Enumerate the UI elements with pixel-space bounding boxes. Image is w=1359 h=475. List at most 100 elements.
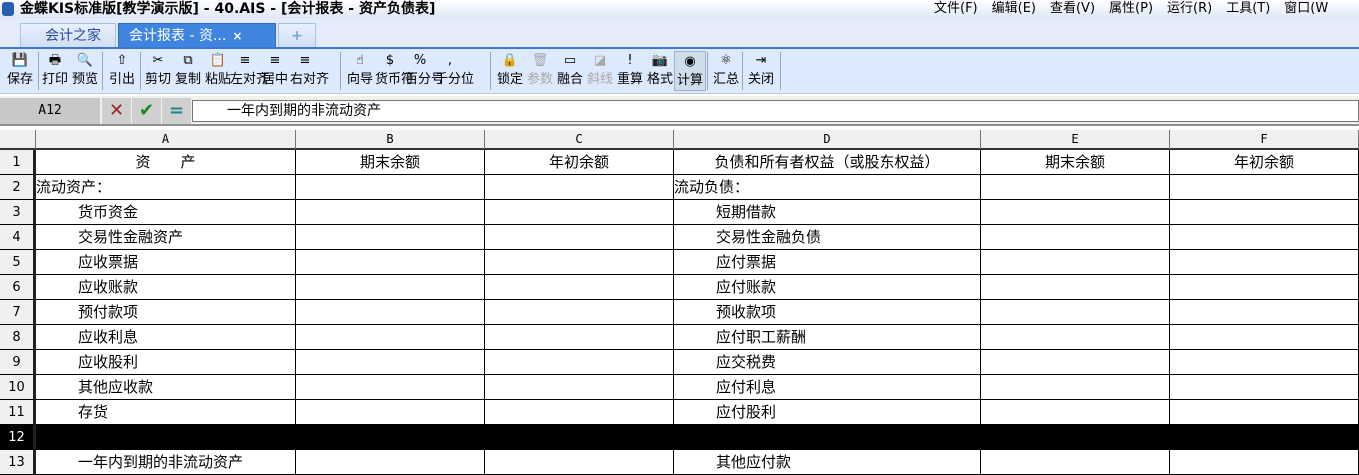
cancel-icon[interactable]: ✕ <box>102 98 131 124</box>
cell-D6[interactable]: 应付账款 <box>674 275 981 300</box>
cell-B10[interactable] <box>296 375 485 400</box>
cell-C13[interactable] <box>485 450 674 475</box>
cell-A3[interactable]: 货币资金 <box>36 200 296 225</box>
row-header[interactable]: 12 <box>0 425 36 450</box>
cell-E11[interactable] <box>981 400 1170 425</box>
row-header[interactable]: 10 <box>0 375 36 400</box>
cell-A4[interactable]: 交易性金融资产 <box>36 225 296 250</box>
cell-D1[interactable]: 负债和所有者权益（或股东权益） <box>674 150 981 175</box>
toolbar-button-copy[interactable]: ⧉ 复制 <box>173 51 203 91</box>
cell-A2[interactable]: 流动资产： <box>36 175 296 200</box>
cell-E10[interactable] <box>981 375 1170 400</box>
row-header[interactable]: 5 <box>0 250 36 275</box>
toolbar-button-currency[interactable]: $ 货币符 <box>375 51 414 91</box>
cell-E9[interactable] <box>981 350 1170 375</box>
cell-C2[interactable] <box>485 175 674 200</box>
cell-A13[interactable]: 一年内到期的非流动资产 <box>36 450 296 475</box>
toolbar-button-diagonal[interactable]: ◪ 斜线 <box>585 51 615 91</box>
cell-E8[interactable] <box>981 325 1170 350</box>
cell-D3[interactable]: 短期借款 <box>674 200 981 225</box>
cell-A8[interactable]: 应收利息 <box>36 325 296 350</box>
row-header[interactable]: 13 <box>0 450 36 475</box>
cell-E5[interactable] <box>981 250 1170 275</box>
cell-D7[interactable]: 预收款项 <box>674 300 981 325</box>
toolbar-button-cut[interactable]: ✂ 剪切 <box>143 51 173 91</box>
cell-E4[interactable] <box>981 225 1170 250</box>
cell-E1[interactable]: 期末余额 <box>981 150 1170 175</box>
cell-A5[interactable]: 应收票据 <box>36 250 296 275</box>
row-header[interactable]: 11 <box>0 400 36 425</box>
cell-F5[interactable] <box>1170 250 1359 275</box>
cell-C9[interactable] <box>485 350 674 375</box>
cell-B8[interactable] <box>296 325 485 350</box>
toolbar-button-align-left[interactable]: ≡ 左对齐 <box>230 51 269 91</box>
toolbar-button-recalc[interactable]: ! 重算 <box>615 51 645 91</box>
cell-B4[interactable] <box>296 225 485 250</box>
confirm-icon[interactable]: ✔ <box>132 98 161 124</box>
toolbar-button-preview[interactable]: 🔍 预览 <box>70 51 100 91</box>
cell-D4[interactable]: 交易性金融负债 <box>674 225 981 250</box>
formula-input[interactable]: 一年内到期的非流动资产 <box>192 100 1359 122</box>
cell-E2[interactable] <box>981 175 1170 200</box>
cell-C7[interactable] <box>485 300 674 325</box>
close-tab-icon[interactable]: × <box>232 29 242 43</box>
toolbar-button-calculate[interactable]: ◉ 计算 <box>674 51 706 91</box>
cell-F2[interactable] <box>1170 175 1359 200</box>
cell-B6[interactable] <box>296 275 485 300</box>
cell-F6[interactable] <box>1170 275 1359 300</box>
cell-D12[interactable] <box>674 425 981 450</box>
column-header-D[interactable]: D <box>674 130 981 150</box>
column-header-A[interactable]: A <box>36 130 296 150</box>
cell-F12[interactable] <box>1170 425 1359 450</box>
menu-item[interactable]: 工具(T) <box>1226 0 1270 18</box>
cell-A6[interactable]: 应收账款 <box>36 275 296 300</box>
toolbar-button-trash[interactable]: 🗑 参数 <box>525 51 555 91</box>
toolbar-button-align-center[interactable]: ≡ 居中 <box>260 51 290 91</box>
cell-C8[interactable] <box>485 325 674 350</box>
cell-C12[interactable] <box>485 425 674 450</box>
cell-reference-box[interactable]: A12 <box>0 98 100 124</box>
cell-B7[interactable] <box>296 300 485 325</box>
row-header[interactable]: 9 <box>0 350 36 375</box>
cell-F10[interactable] <box>1170 375 1359 400</box>
cell-D9[interactable]: 应交税费 <box>674 350 981 375</box>
toolbar-button-exit[interactable]: ⇥ 关闭 <box>745 51 777 91</box>
toolbar-button-thousands[interactable]: , 千分位 <box>435 51 474 91</box>
row-header[interactable]: 3 <box>0 200 36 225</box>
cell-D11[interactable]: 应付股利 <box>674 400 981 425</box>
cell-F13[interactable] <box>1170 450 1359 475</box>
cell-D8[interactable]: 应付职工薪酬 <box>674 325 981 350</box>
toolbar-button-lock[interactable]: 🔒 锁定 <box>495 51 525 91</box>
toolbar-button-wizard[interactable]: ☝ 向导 <box>345 51 375 91</box>
select-all-corner[interactable] <box>0 130 36 150</box>
cell-D13[interactable]: 其他应付款 <box>674 450 981 475</box>
row-header[interactable]: 4 <box>0 225 36 250</box>
toolbar-button-merge[interactable]: ▭ 融合 <box>555 51 585 91</box>
column-header-B[interactable]: B <box>296 130 485 150</box>
new-tab-button[interactable]: + <box>278 23 316 47</box>
toolbar-button-export[interactable]: ⇧ 引出 <box>106 51 138 91</box>
tab-accounting-report[interactable]: 会计报表 - 资... × <box>118 23 276 47</box>
column-header-F[interactable]: F <box>1170 130 1359 150</box>
row-header[interactable]: 7 <box>0 300 36 325</box>
toolbar-button-save[interactable]: 💾 保存 <box>4 51 36 91</box>
cell-C10[interactable] <box>485 375 674 400</box>
cell-F9[interactable] <box>1170 350 1359 375</box>
cell-E6[interactable] <box>981 275 1170 300</box>
cell-C1[interactable]: 年初余额 <box>485 150 674 175</box>
toolbar-button-camera[interactable]: 📷 格式 <box>645 51 675 91</box>
row-header[interactable]: 2 <box>0 175 36 200</box>
cell-B1[interactable]: 期末余额 <box>296 150 485 175</box>
toolbar-button-paste[interactable]: 📋 粘贴 <box>203 51 233 91</box>
cell-A12[interactable] <box>36 425 296 450</box>
row-header[interactable]: 1 <box>0 150 36 175</box>
menu-item[interactable]: 查看(V) <box>1050 0 1095 18</box>
cell-B5[interactable] <box>296 250 485 275</box>
cell-B13[interactable] <box>296 450 485 475</box>
row-header[interactable]: 6 <box>0 275 36 300</box>
menu-item[interactable]: 运行(R) <box>1167 0 1212 18</box>
cell-B12[interactable] <box>296 425 485 450</box>
toolbar-button-percent[interactable]: % 百分号 <box>405 51 444 91</box>
cell-B11[interactable] <box>296 400 485 425</box>
cell-A7[interactable]: 预付款项 <box>36 300 296 325</box>
